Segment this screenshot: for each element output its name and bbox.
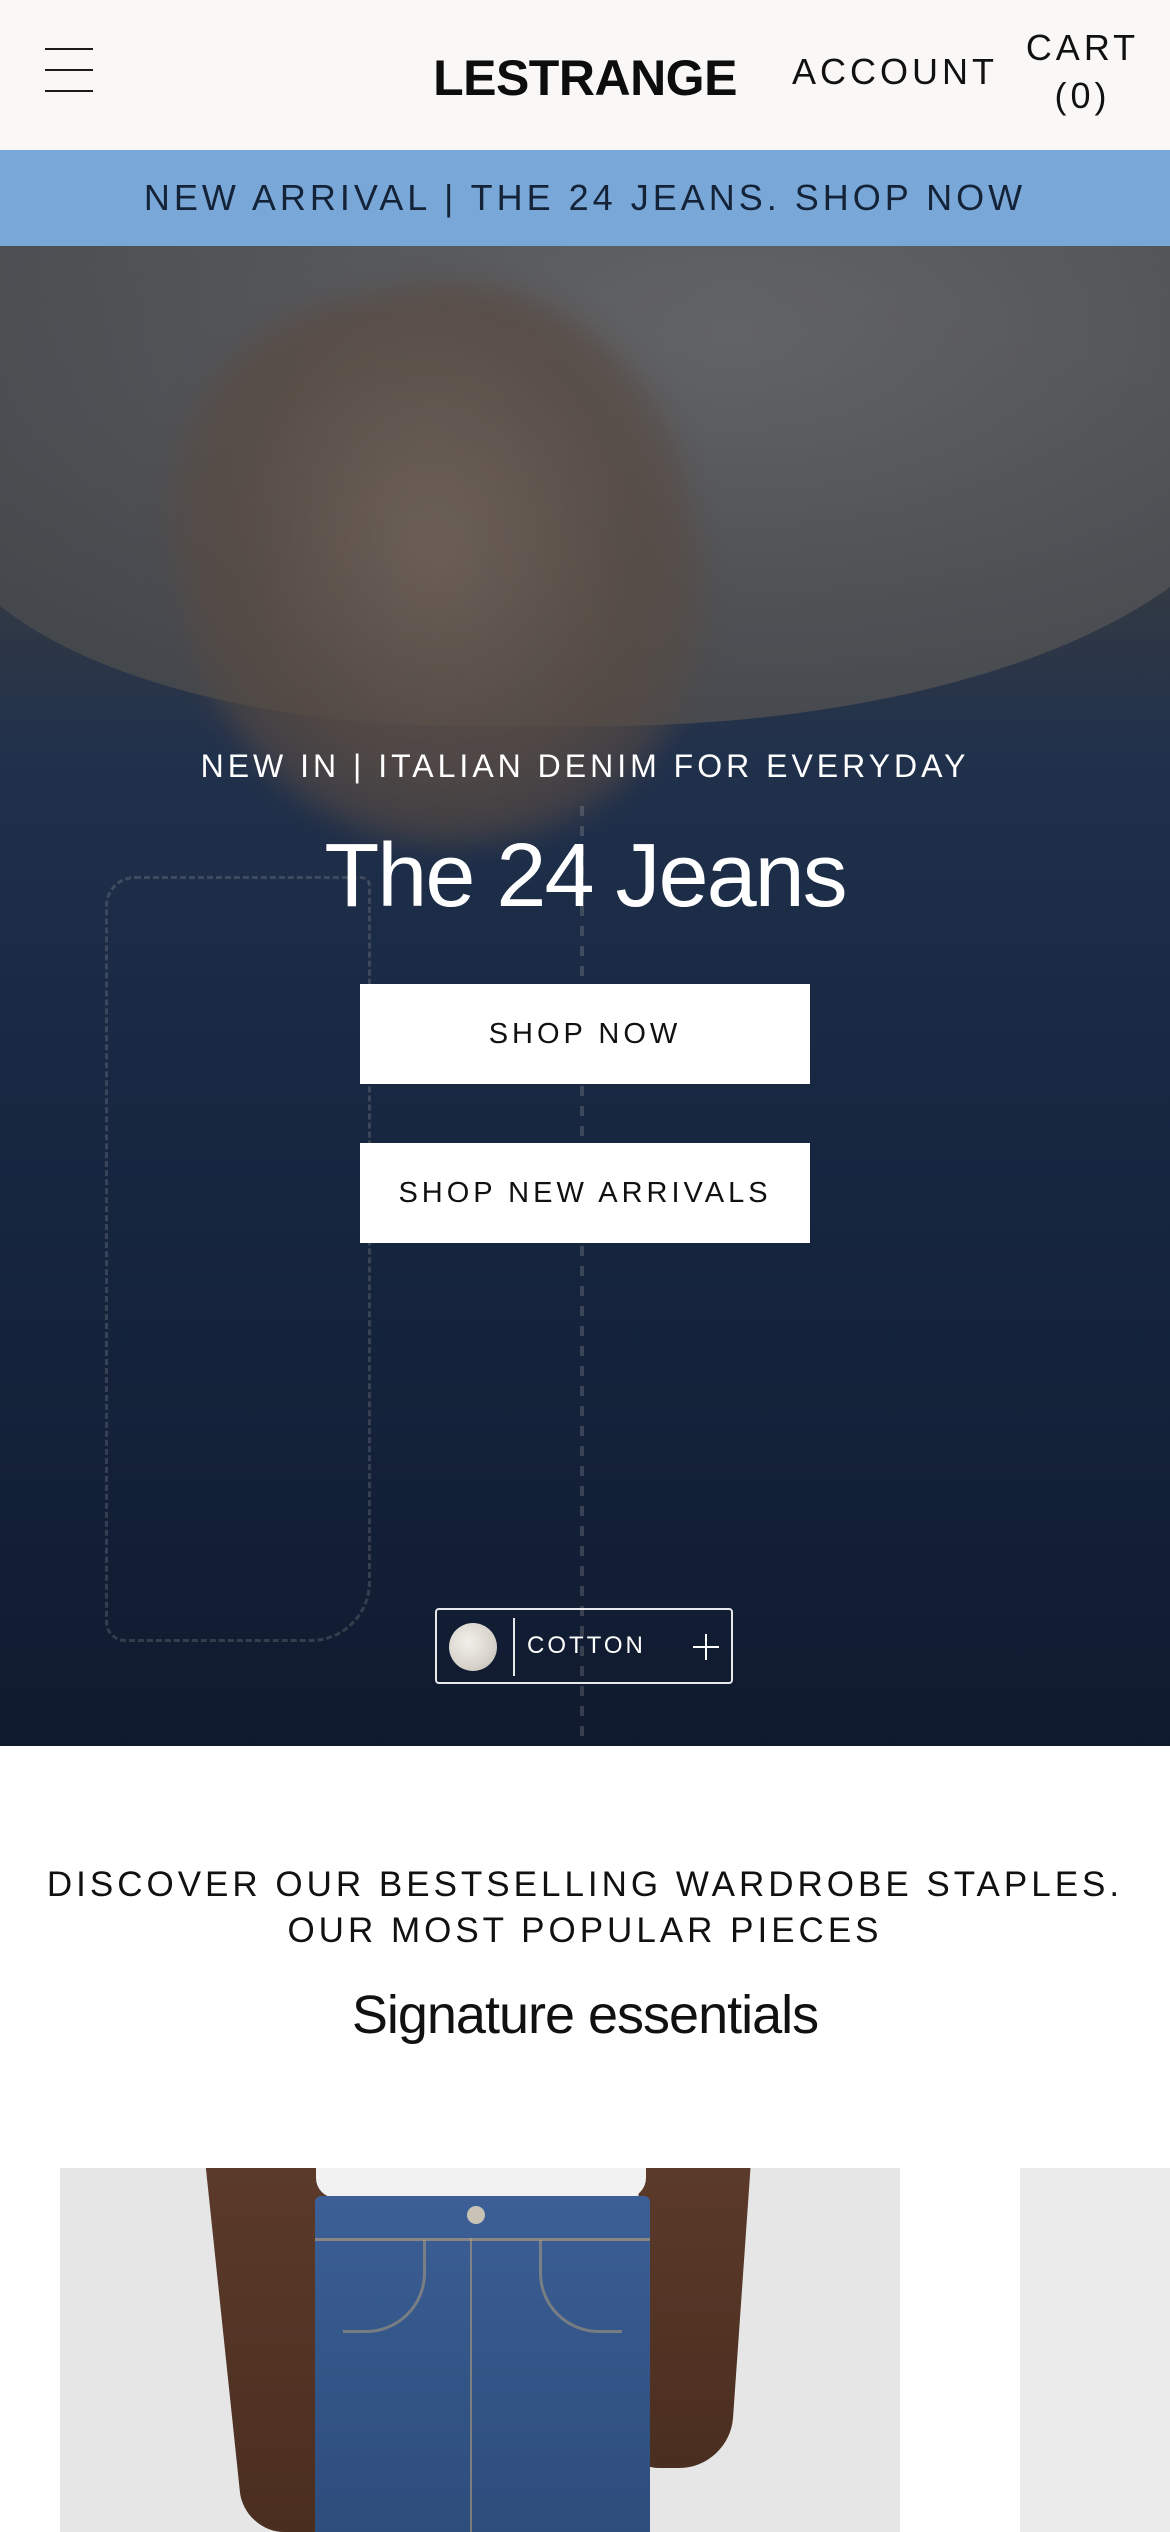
- jeans-pocket-right: [539, 2240, 622, 2333]
- menu-line-middle: [45, 69, 93, 71]
- model-jeans: [315, 2196, 650, 2532]
- menu-line-top: [45, 48, 93, 50]
- cart-label: CART: [1025, 27, 1140, 68]
- jeans-button: [467, 2206, 485, 2224]
- shop-now-button[interactable]: SHOP NOW: [360, 984, 810, 1084]
- bestsellers-eyebrow: DISCOVER OUR BESTSELLING WARDROBE STAPLE…: [46, 1865, 1124, 1950]
- jeans-pocket-left: [343, 2240, 426, 2333]
- shop-new-arrivals-button[interactable]: SHOP NEW ARRIVALS: [360, 1143, 810, 1243]
- announcement-bar[interactable]: NEW ARRIVAL | THE 24 JEANS. SHOP NOW: [0, 150, 1170, 246]
- menu-line-bottom: [45, 90, 93, 92]
- hero-banner: NEW IN | ITALIAN DENIM FOR EVERYDAY The …: [0, 246, 1170, 1746]
- hamburger-menu-icon[interactable]: [45, 47, 93, 95]
- fabric-hotspot[interactable]: COTTON: [435, 1608, 733, 1684]
- fabric-divider: [513, 1618, 515, 1676]
- fabric-swatch-image: [449, 1623, 497, 1671]
- plus-icon[interactable]: [693, 1634, 719, 1660]
- jeans-fly: [470, 2238, 472, 2532]
- cart-link[interactable]: CART (0): [1020, 24, 1145, 120]
- product-card-next-image[interactable]: [1020, 2168, 1170, 2532]
- cart-count: (0): [1054, 75, 1111, 116]
- fabric-label: COTTON: [527, 1632, 646, 1659]
- model-shirt: [316, 2168, 646, 2198]
- account-link[interactable]: ACCOUNT: [790, 48, 1000, 96]
- product-card-image[interactable]: [60, 2168, 900, 2532]
- hero-eyebrow: NEW IN | ITALIAN DENIM FOR EVERYDAY: [200, 748, 970, 784]
- bestsellers-title: Signature essentials: [351, 1985, 819, 2045]
- brand-logo[interactable]: LESTRANGE: [430, 48, 740, 108]
- hero-title: The 24 Jeans: [324, 826, 847, 926]
- site-header: LESTRANGE ACCOUNT CART (0): [0, 0, 1170, 150]
